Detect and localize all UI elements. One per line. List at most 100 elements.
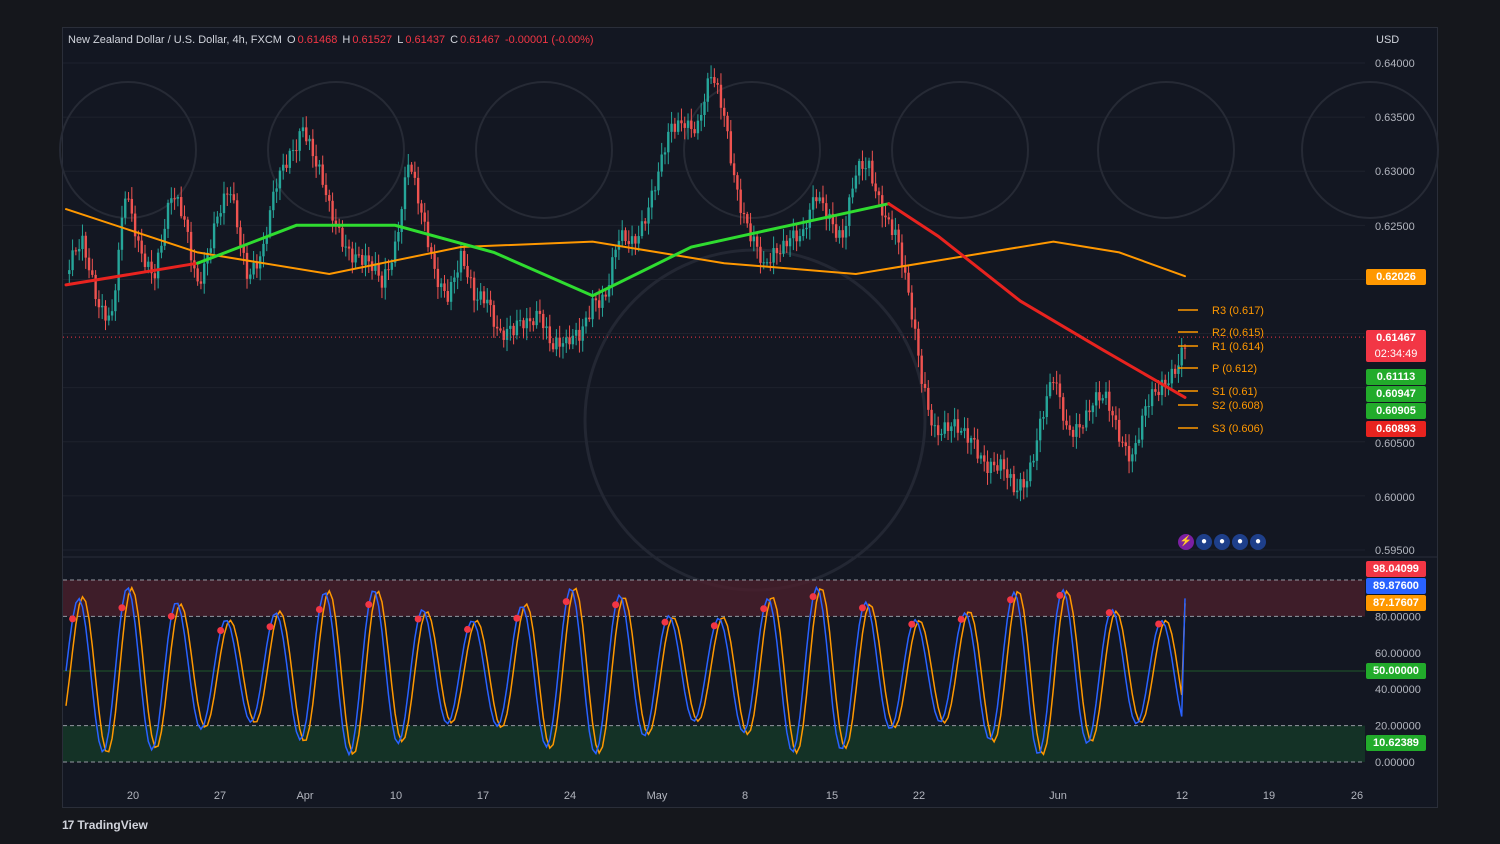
candle-up <box>571 335 575 345</box>
candle-up <box>1038 418 1042 441</box>
pivot-label-p: P (0.612) <box>1212 363 1257 375</box>
candle-up <box>209 248 213 253</box>
candle-up <box>249 274 252 279</box>
candle-up <box>1085 410 1088 428</box>
ma-mid-line-red <box>887 202 1187 399</box>
candle-down <box>1121 441 1124 443</box>
candle-up <box>574 329 578 336</box>
candle-down <box>245 252 249 279</box>
candle-up <box>476 299 479 301</box>
candle-down <box>1078 424 1081 428</box>
candle-down <box>936 425 940 436</box>
candle-down <box>821 197 825 204</box>
candle-down <box>1068 425 1072 430</box>
candle-down <box>841 230 844 238</box>
candle-up <box>1170 368 1174 384</box>
price-axis-label: 0.64000 <box>1375 58 1415 70</box>
stoch-sell-dot <box>710 622 718 630</box>
stoch-sell-dot <box>167 612 175 620</box>
candle-down <box>900 242 904 268</box>
candle-down <box>235 200 239 228</box>
candle-down <box>594 298 598 301</box>
pivot-label-s1: S1 (0.61) <box>1212 386 1257 398</box>
candle-up <box>894 229 897 236</box>
pivot-label-s2: S2 (0.608) <box>1212 400 1263 412</box>
time-axis-label: 19 <box>1263 790 1275 802</box>
time-axis-label: May <box>647 790 668 802</box>
event-icons[interactable]: ⚡ ● ● ● ● <box>1178 534 1266 550</box>
stoch-sell-dot <box>858 604 866 612</box>
candle-up <box>1177 365 1180 374</box>
candle-down <box>973 438 976 440</box>
candle-down <box>538 310 542 314</box>
candle-down <box>140 240 143 254</box>
candle-up <box>114 290 117 312</box>
candle-up <box>1137 439 1141 444</box>
candle-up <box>805 227 808 230</box>
tradingview-logo[interactable]: 17 TradingView <box>62 818 148 832</box>
candle-down <box>314 156 318 167</box>
candle-down <box>548 326 552 344</box>
pivot-label-r3: R3 (0.617) <box>1212 305 1264 317</box>
watermark-seal <box>59 81 197 219</box>
candle-down <box>1108 391 1111 411</box>
candle-down <box>351 248 354 263</box>
candle-down <box>489 299 492 306</box>
price-badge: 0.60905 <box>1366 403 1426 419</box>
candle-up <box>453 277 456 282</box>
time-axis-label: 8 <box>742 790 748 802</box>
candle-up <box>1147 406 1150 408</box>
close-label: C <box>450 34 459 46</box>
candle-up <box>170 198 173 203</box>
stoch-badge: 89.87600 <box>1366 578 1426 594</box>
close-value: 0.61467 <box>460 34 500 46</box>
candle-down <box>469 277 473 279</box>
candle-up <box>591 298 594 320</box>
price-badge: 0.60947 <box>1366 386 1426 402</box>
candle-down <box>1124 442 1127 447</box>
chart-canvas[interactable]: R3 (0.617) R2 (0.615) R1 (0.614) P (0.612) S… <box>0 0 1500 844</box>
candle-down <box>1154 389 1157 392</box>
candle-up <box>518 320 522 322</box>
candle-down <box>295 150 298 152</box>
us-flag-icon[interactable]: ● <box>1232 534 1248 550</box>
candle-down <box>232 194 236 201</box>
watermark-seal-large <box>583 248 927 592</box>
stoch-sell-dot <box>562 598 570 606</box>
candle-down <box>472 277 476 301</box>
candle-down <box>305 127 308 142</box>
candle-down <box>976 439 979 459</box>
candle-up <box>989 461 993 474</box>
stoch-axis-label: 80.00000 <box>1375 611 1421 623</box>
symbol-header: New Zealand Dollar / U.S. Dollar, 4h, FX… <box>68 34 596 46</box>
candle-up <box>621 230 624 241</box>
candle-down <box>423 212 426 222</box>
stoch-sell-dot <box>809 593 817 601</box>
candle-up <box>614 249 617 258</box>
candle-down <box>723 107 726 116</box>
watermark-seal <box>1097 81 1235 219</box>
candle-down <box>785 240 788 247</box>
candle-down <box>716 83 719 85</box>
candle-down <box>1088 410 1091 413</box>
price-badge: 0.61113 <box>1366 369 1426 385</box>
candle-down <box>413 171 417 178</box>
candle-down <box>482 291 486 304</box>
candle-down <box>512 325 515 336</box>
candle-down <box>1058 383 1062 398</box>
candle-down <box>861 160 864 169</box>
candle-down <box>930 409 933 426</box>
us-flag-icon[interactable]: ● <box>1250 534 1266 550</box>
candle-up <box>535 310 538 326</box>
candle-down <box>410 164 413 172</box>
us-flag-icon[interactable]: ● <box>1196 534 1212 550</box>
candle-up <box>1032 460 1035 463</box>
candle-down <box>871 160 874 184</box>
watermark-seal <box>475 81 613 219</box>
time-axis-label: Jun <box>1049 790 1067 802</box>
us-flag-icon[interactable]: ● <box>1214 534 1230 550</box>
candle-up <box>68 270 71 275</box>
flash-icon[interactable]: ⚡ <box>1178 534 1194 550</box>
candle-down <box>324 184 328 196</box>
candle-down <box>466 265 469 278</box>
